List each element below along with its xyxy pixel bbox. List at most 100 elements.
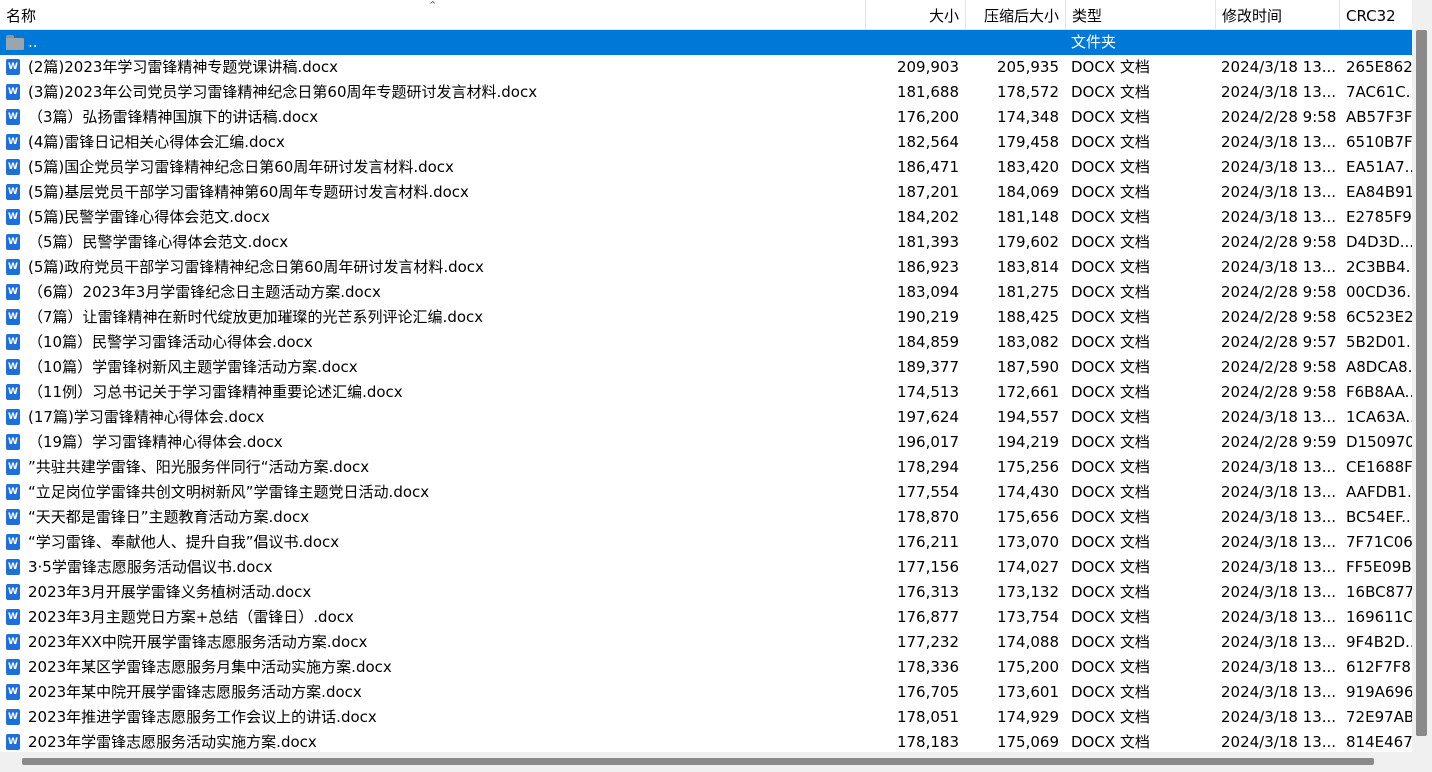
file-modified-time: 2024/3/18 13... <box>1221 658 1337 676</box>
file-row[interactable]: 2023年某区学雷锋志愿服务月集中活动实施方案.docx 178,336 175,2… <box>0 655 1412 680</box>
file-row[interactable]: (2篇)2023年学习雷锋精神专题党课讲稿.docx 209,903 205,935… <box>0 55 1412 80</box>
file-row[interactable]: （3篇）弘扬雷锋精神国旗下的讲话稿.docx 176,200 174,348 DOCX… <box>0 105 1412 130</box>
file-name: 2023年3月主题党日方案+总结（雷锋日）.docx <box>28 608 354 626</box>
file-compressed-size: 188,425 <box>996 308 1059 326</box>
file-type: DOCX 文档 <box>1071 333 1150 351</box>
word-doc-icon <box>6 659 20 675</box>
file-crc32: CE1688F <box>1346 458 1412 476</box>
word-doc-icon <box>6 359 20 375</box>
file-crc32: AAFDB1... <box>1346 483 1412 501</box>
file-crc32: 6C523E2 <box>1346 308 1412 326</box>
file-name: (5篇)政府党员干部学习雷锋精神纪念日第60周年研讨发言材料.docx <box>28 258 484 276</box>
word-doc-icon <box>6 184 20 200</box>
file-name: （11例）习总书记关于学习雷锋精神重要论述汇编.docx <box>28 383 403 401</box>
file-row[interactable]: (17篇)学习雷锋精神心得体会.docx 197,624 194,557 DOCX 文… <box>0 405 1412 430</box>
file-row[interactable]: 2023年学雷锋志愿服务活动实施方案.docx 178,183 175,069 DOC… <box>0 730 1412 753</box>
word-doc-icon <box>6 59 20 75</box>
file-crc32: 919A696 <box>1346 683 1412 701</box>
file-type: DOCX 文档 <box>1071 608 1150 626</box>
vertical-scrollbar-thumb[interactable] <box>1416 30 1427 736</box>
word-doc-icon <box>6 609 20 625</box>
file-compressed-size: 181,148 <box>996 208 1059 226</box>
file-row[interactable]: 2023年3月开展学雷锋义务植树活动.docx 176,313 173,132 DOC… <box>0 580 1412 605</box>
file-type: DOCX 文档 <box>1071 358 1150 376</box>
column-header: 名称 ⌃ 大小 压缩后大小 类型 修改时间 CRC32 <box>0 0 1412 30</box>
file-size: 178,336 <box>896 658 959 676</box>
file-compressed-size: 175,200 <box>996 658 1059 676</box>
file-compressed-size: 174,348 <box>996 108 1059 126</box>
file-name: （10篇）学雷锋树新风主题学雷锋活动方案.docx <box>28 358 358 376</box>
file-size: 209,903 <box>896 58 959 76</box>
file-crc32: E2785F9 <box>1346 208 1412 226</box>
file-name: （3篇）弘扬雷锋精神国旗下的讲话稿.docx <box>28 108 319 126</box>
file-size: 177,554 <box>896 483 959 501</box>
file-row[interactable]: （10篇）民警学习雷锋活动心得体会.docx 184,859 183,082 DOCX… <box>0 330 1412 355</box>
file-row[interactable]: 2023年推进学雷锋志愿服务工作会议上的讲话.docx 178,051 174,92… <box>0 705 1412 730</box>
file-row[interactable]: （19篇）学习雷锋精神心得体会.docx 196,017 194,219 DOCX 文… <box>0 430 1412 455</box>
file-crc32: 612F7F8 <box>1346 658 1411 676</box>
file-row[interactable]: 2023年3月主题党日方案+总结（雷锋日）.docx 176,877 173,754… <box>0 605 1412 630</box>
file-type: DOCX 文档 <box>1071 158 1150 176</box>
column-header-modified[interactable]: 修改时间 <box>1216 0 1340 29</box>
file-compressed-size: 174,430 <box>996 483 1059 501</box>
file-modified-time: 2024/3/18 13... <box>1221 408 1337 426</box>
file-compressed-size: 178,572 <box>996 83 1059 101</box>
column-header-crc32[interactable]: CRC32 <box>1340 0 1412 29</box>
file-row[interactable]: “天天都是雷锋日”主题教育活动方案.docx 178,870 175,656 DOCX… <box>0 505 1412 530</box>
file-row[interactable]: （10篇）学雷锋树新风主题学雷锋活动方案.docx 189,377 187,590 D… <box>0 355 1412 380</box>
horizontal-scrollbar-thumb[interactable] <box>22 758 1374 765</box>
file-modified-time: 2024/3/18 13... <box>1221 733 1337 751</box>
file-row[interactable]: “立足岗位学雷锋共创文明树新风”学雷锋主题党日活动.docx 177,554 174… <box>0 480 1412 505</box>
file-name: (4篇)雷锋日记相关心得体会汇编.docx <box>28 133 285 151</box>
file-row[interactable]: （7篇）让雷锋精神在新时代绽放更加璀璨的光芒系列评论汇编.docx 190,219… <box>0 305 1412 330</box>
file-compressed-size: 175,656 <box>996 508 1059 526</box>
file-compressed-size: 174,929 <box>996 708 1059 726</box>
file-type: DOCX 文档 <box>1071 708 1150 726</box>
column-header-type[interactable]: 类型 <box>1066 0 1216 29</box>
file-type: DOCX 文档 <box>1071 58 1150 76</box>
file-row[interactable]: (4篇)雷锋日记相关心得体会汇编.docx 182,564 179,458 DOCX … <box>0 130 1412 155</box>
file-crc32: 814E467 <box>1346 733 1412 751</box>
file-modified-time: 2024/2/28 9:58 <box>1221 308 1337 326</box>
file-row[interactable]: (3篇)2023年公司党员学习雷锋精神纪念日第60周年专题研讨发言材料.docx… <box>0 80 1412 105</box>
file-crc32: 1CA63A... <box>1346 408 1412 426</box>
file-row[interactable]: ”共驻共建学雷锋、阳光服务伴同行“活动方案.docx 178,294 175,256… <box>0 455 1412 480</box>
file-row[interactable]: 3·5学雷锋志愿服务活动倡议书.docx 177,156 174,027 DOCX 文… <box>0 555 1412 580</box>
file-row[interactable]: （6篇）2023年3月学雷锋纪念日主题活动方案.docx 183,094 181,2… <box>0 280 1412 305</box>
file-list[interactable]: .. 文件夹 (2篇)2023年学习雷锋精神专题党课讲稿.docx 209,903… <box>0 30 1412 753</box>
file-compressed-size: 184,069 <box>996 183 1059 201</box>
file-row[interactable]: 2023年XX中院开展学雷锋志愿服务活动方案.docx 177,232 174,08… <box>0 630 1412 655</box>
column-header-compressed-size[interactable]: 压缩后大小 <box>966 0 1066 29</box>
file-modified-time: 2024/3/18 13... <box>1221 558 1337 576</box>
file-row[interactable]: (5篇)国企党员学习雷锋精神纪念日第60周年研讨发言材料.docx 186,471… <box>0 155 1412 180</box>
file-modified-time: 2024/3/18 13... <box>1221 683 1337 701</box>
file-crc32: EA84B91 <box>1346 183 1412 201</box>
file-modified-time: 2024/2/28 9:58 <box>1221 108 1337 126</box>
file-name: “天天都是雷锋日”主题教育活动方案.docx <box>28 508 310 526</box>
file-compressed-size: 173,601 <box>996 683 1059 701</box>
file-size: 176,313 <box>896 583 959 601</box>
word-doc-icon <box>6 409 20 425</box>
file-row[interactable]: 2023年某中院开展学雷锋志愿服务活动方案.docx 176,705 173,601… <box>0 680 1412 705</box>
file-crc32: 16BC877 <box>1346 583 1412 601</box>
file-type: DOCX 文档 <box>1071 733 1150 751</box>
file-compressed-size: 173,132 <box>996 583 1059 601</box>
file-row[interactable]: （11例）习总书记关于学习雷锋精神重要论述汇编.docx 174,513 172,6… <box>0 380 1412 405</box>
column-header-size[interactable]: 大小 <box>866 0 966 29</box>
file-row[interactable]: (5篇)民警学雷锋心得体会范文.docx 184,202 181,148 DOCX 文… <box>0 205 1412 230</box>
word-doc-icon <box>6 534 20 550</box>
file-crc32: 7AC61C... <box>1346 83 1412 101</box>
column-header-size-label: 大小 <box>928 7 959 25</box>
file-row[interactable]: (5篇)基层党员干部学习雷锋精神第60周年专题研讨发言材料.docx 187,20… <box>0 180 1412 205</box>
file-modified-time: 2024/2/28 9:58 <box>1221 358 1337 376</box>
file-row[interactable]: “学习雷锋、奉献他人、提升自我”倡议书.docx 176,211 173,070 DO… <box>0 530 1412 555</box>
file-type: DOCX 文档 <box>1071 208 1150 226</box>
parent-folder-row[interactable]: .. 文件夹 <box>0 30 1412 55</box>
file-name: （10篇）民警学习雷锋活动心得体会.docx <box>28 333 313 351</box>
file-row[interactable]: （5篇）民警学雷锋心得体会范文.docx 181,393 179,602 DOCX 文… <box>0 230 1412 255</box>
file-name: 2023年某中院开展学雷锋志愿服务活动方案.docx <box>28 683 362 701</box>
word-doc-icon <box>6 134 20 150</box>
file-modified-time: 2024/3/18 13... <box>1221 58 1337 76</box>
file-row[interactable]: (5篇)政府党员干部学习雷锋精神纪念日第60周年研讨发言材料.docx 186,9… <box>0 255 1412 280</box>
file-size: 196,017 <box>896 433 959 451</box>
